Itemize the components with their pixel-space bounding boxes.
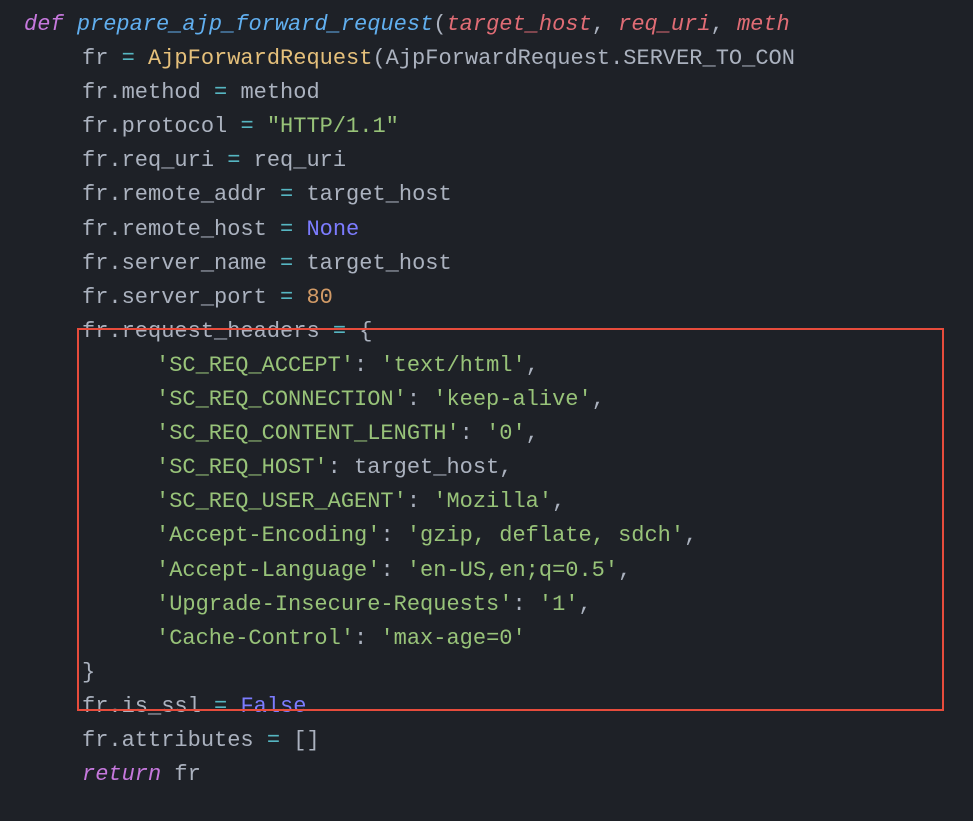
header-line-7: 'Accept-Language': 'en-US,en;q=0.5', — [24, 554, 973, 588]
code-line-7: fr.remote_host = None — [24, 213, 973, 247]
code-line-attrs: fr.attributes = [] — [24, 724, 973, 758]
header-line-4: 'SC_REQ_HOST': target_host, — [24, 451, 973, 485]
code-block: def prepare_ajp_forward_request(target_h… — [24, 8, 973, 792]
header-line-1: 'SC_REQ_ACCEPT': 'text/html', — [24, 349, 973, 383]
code-line-5: fr.req_uri = req_uri — [24, 144, 973, 178]
close-brace-line: } — [24, 656, 973, 690]
keyword-def: def — [24, 12, 64, 37]
code-line-6: fr.remote_addr = target_host — [24, 178, 973, 212]
code-line-9: fr.server_port = 80 — [24, 281, 973, 315]
param-3: meth — [737, 12, 790, 37]
param-2: req_uri — [618, 12, 710, 37]
code-line-1: def prepare_ajp_forward_request(target_h… — [24, 8, 973, 42]
header-line-5: 'SC_REQ_USER_AGENT': 'Mozilla', — [24, 485, 973, 519]
header-line-6: 'Accept-Encoding': 'gzip, deflate, sdch'… — [24, 519, 973, 553]
code-line-2: fr = AjpForwardRequest(AjpForwardRequest… — [24, 42, 973, 76]
code-line-8: fr.server_name = target_host — [24, 247, 973, 281]
code-line-10: fr.request_headers = { — [24, 315, 973, 349]
code-line-4: fr.protocol = "HTTP/1.1" — [24, 110, 973, 144]
header-line-3: 'SC_REQ_CONTENT_LENGTH': '0', — [24, 417, 973, 451]
code-line-3: fr.method = method — [24, 76, 973, 110]
code-line-ssl: fr.is_ssl = False — [24, 690, 973, 724]
header-line-2: 'SC_REQ_CONNECTION': 'keep-alive', — [24, 383, 973, 417]
param-1: target_host — [446, 12, 591, 37]
code-line-return: return fr — [24, 758, 973, 792]
header-line-8: 'Upgrade-Insecure-Requests': '1', — [24, 588, 973, 622]
header-line-9: 'Cache-Control': 'max-age=0' — [24, 622, 973, 656]
function-name: prepare_ajp_forward_request — [77, 12, 433, 37]
